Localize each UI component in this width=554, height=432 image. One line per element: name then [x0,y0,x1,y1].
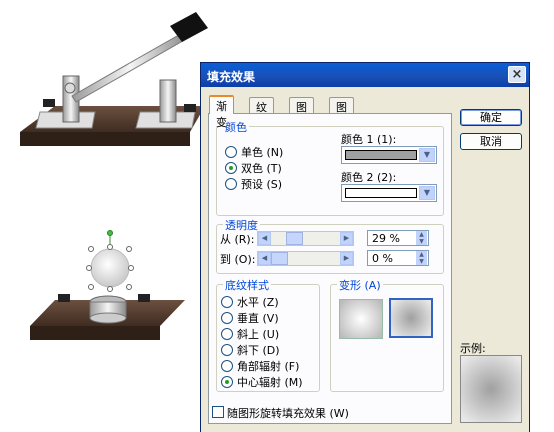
to-label: 到 (O): [220,253,256,266]
tab-pattern[interactable]: 图案 [289,97,314,130]
chevron-left-icon[interactable]: ◀ [258,232,271,245]
from-label: 从 (R): [220,233,255,246]
radio-vertical-label: 垂直 (V) [237,312,279,325]
chevron-down-icon[interactable]: ▼ [419,148,435,162]
from-spinner[interactable]: 29 % ▲ ▼ [367,230,429,246]
radio-vertical-circle[interactable] [221,312,233,324]
radio-one-color-circle[interactable] [225,146,237,158]
radio-from-center-label: 中心辐射 (M) [237,376,303,389]
radio-from-center[interactable]: 中心辐射 (M) [221,375,303,389]
chevron-down-icon[interactable]: ▼ [419,186,435,200]
to-slider-thumb[interactable] [271,252,288,265]
radio-vertical[interactable]: 垂直 (V) [221,311,279,325]
bulb-base [30,248,185,340]
radio-preset-label: 预设 (S) [241,178,283,191]
radio-diagonal-up-label: 斜上 (U) [237,328,280,341]
radio-from-corner-circle[interactable] [221,360,233,372]
tab-gradient[interactable]: 渐变 [209,95,234,129]
tab-texture[interactable]: 纹理 [249,97,274,130]
ok-button[interactable]: 确定 [460,109,522,126]
color1-label: 颜色 1 (1): [341,133,397,146]
variants-legend: 变形 (A) [337,277,383,293]
chevron-right-icon[interactable]: ▶ [340,232,353,245]
transparency-group: 透明度 从 (R): ◀ ▶ 29 % ▲ ▼ 到 (O): ◀ ▶ 0 % ▲ ▼ [216,217,444,274]
radio-preset-circle[interactable] [225,178,237,190]
variants-group: 变形 (A) [330,277,444,392]
rotate-with-shape-label: 随图形旋转填充效果 (W) [227,407,349,420]
color1-dropdown[interactable]: ▼ [341,146,437,164]
tab-picture[interactable]: 图片 [329,97,354,130]
radio-diagonal-down[interactable]: 斜下 (D) [221,343,280,357]
color1-swatch [345,150,417,160]
radio-diagonal-up-circle[interactable] [221,328,233,340]
close-icon[interactable]: × [508,66,526,83]
sample-label: 示例: [460,342,486,355]
radio-horizontal-label: 水平 (Z) [237,296,279,309]
radio-from-corner-label: 角部辐射 (F) [237,360,300,373]
radio-two-colors-circle[interactable] [225,162,237,174]
rotate-with-shape-checkbox[interactable] [212,406,224,418]
to-value: 0 % [372,252,393,265]
from-slider[interactable]: ◀ ▶ [257,231,354,246]
radio-horizontal-circle[interactable] [221,296,233,308]
from-value: 29 % [372,232,400,245]
knife-switch [20,12,208,146]
radio-preset[interactable]: 预设 (S) [225,177,282,191]
fill-effects-dialog: 填充效果 × 渐变 纹理 图案 图片 颜色 单色 (N) 双色 (T) 预设 (… [200,62,530,432]
to-slider[interactable]: ◀ ▶ [257,251,354,266]
radio-diagonal-down-label: 斜下 (D) [237,344,280,357]
variant-option-1[interactable] [339,299,383,339]
radio-one-color-label: 单色 (N) [241,146,284,159]
color2-swatch [345,188,417,198]
dialog-title: 填充效果 [207,70,256,84]
spinner-arrows-icon[interactable]: ▲ ▼ [416,231,427,245]
radio-two-colors-label: 双色 (T) [241,162,282,175]
chevron-right-icon[interactable]: ▶ [340,252,353,265]
radio-one-color[interactable]: 单色 (N) [225,145,283,159]
radio-diagonal-up[interactable]: 斜上 (U) [221,327,279,341]
radio-horizontal[interactable]: 水平 (Z) [221,295,279,309]
cancel-button[interactable]: 取消 [460,133,522,150]
sample-preview [460,355,522,423]
radio-diagonal-down-circle[interactable] [221,344,233,356]
radio-two-colors[interactable]: 双色 (T) [225,161,282,175]
chevron-left-icon[interactable]: ◀ [258,252,271,265]
gradient-panel: 颜色 单色 (N) 双色 (T) 预设 (S) 颜色 1 (1): ▼ 颜色 2… [208,113,452,424]
dialog-titlebar[interactable]: 填充效果 [201,63,529,87]
variant-option-2[interactable] [389,298,433,338]
shading-styles-group: 底纹样式 水平 (Z) 垂直 (V) 斜上 (U) 斜下 (D) 角部辐射 (F… [216,277,320,392]
colors-group: 颜色 单色 (N) 双色 (T) 预设 (S) 颜色 1 (1): ▼ 颜色 2… [216,119,444,216]
color2-dropdown[interactable]: ▼ [341,184,437,202]
radio-from-corner[interactable]: 角部辐射 (F) [221,359,299,373]
to-spinner[interactable]: 0 % ▲ ▼ [367,250,429,266]
color2-label: 颜色 2 (2): [341,171,397,184]
shading-legend: 底纹样式 [223,277,271,293]
radio-from-center-circle[interactable] [221,376,233,388]
from-slider-thumb[interactable] [286,232,303,245]
spinner-arrows-icon[interactable]: ▲ ▼ [416,251,427,265]
